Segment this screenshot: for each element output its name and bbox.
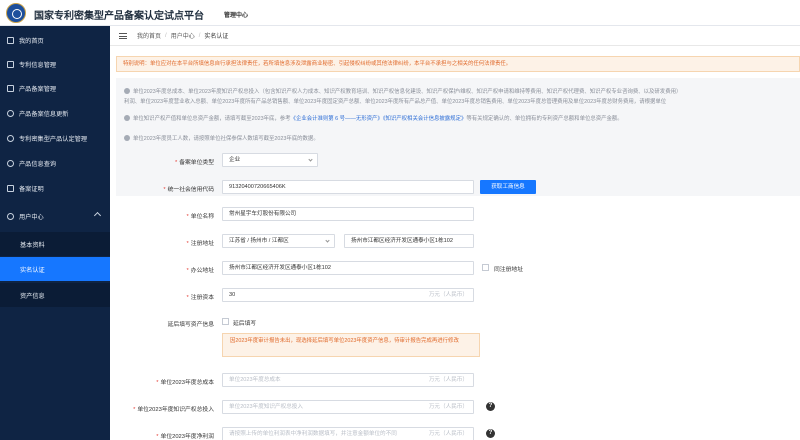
user-icon [7,212,14,220]
reg-capital-input[interactable]: 30 万元（人民币） [222,288,474,302]
delay-fill-label: 延后填写资产信息 [167,322,214,328]
ip-investment-label: * 单位2023年度知识产权总投入 [133,407,214,413]
currency-unit: 万元（人民币） [428,431,468,437]
same-as-reg-address-label: 同注册地址 [494,267,523,273]
sidebar-item-filing-update[interactable]: 产品备案信息更新 [0,103,110,123]
info-box: 单位2023年度总成本、单位2023年度知识产权总投入（包含知识产权人力成本、知… [116,78,800,196]
chevron-down-icon [308,157,313,162]
sidebar-subitem-basic-info[interactable]: 基本资料 [0,232,110,256]
reg-address-label: * 注册地址 [186,241,214,247]
sidebar-item-label: 产品备案管理 [19,85,57,93]
info-icon [124,88,130,94]
info-text: 单位2023年度员工人数，请按照单位社保参保人数填写截至2023年底的数据。 [133,136,319,142]
info-line: 单位知识产权产值和单位总资产金额，请填写截至2023年底，参考《企业会计准则第 … [124,114,623,122]
special-notice: 特别说明：单位应对在本平台所填信息自行承担法律责任，若所填信息涉及泄露商业秘密、… [116,56,800,72]
help-icon[interactable]: ? [486,429,495,438]
sidebar-item-label: 产品备案信息更新 [19,110,69,118]
sidebar-item-label: 备案证明 [19,185,44,193]
net-profit-label: * 单位2023年度净利润 [156,434,214,440]
chevron-down-icon [325,238,330,243]
unit-type-select[interactable]: 企业 [222,153,318,167]
sidebar-item-patent-info[interactable]: 专利信息管理 [0,54,110,74]
currency-unit: 万元（人民币） [428,404,468,410]
main-content: 特别说明：单位应对在本平台所填信息自行承担法律责任，若所填信息涉及泄露商业秘密、… [110,46,800,440]
sidebar-item-product-filing[interactable]: 产品备案管理 [0,78,110,98]
folder-icon [7,84,14,92]
breadcrumb-home[interactable]: 我的首页 [137,31,161,40]
reg-capital-label: * 注册资本 [186,295,214,301]
fetch-business-info-button[interactable]: 获取工商信息 [480,180,536,194]
info-line: 单位2023年度总成本、单位2023年度知识产权总投入（包含知识产权人力成本、知… [124,87,681,95]
currency-unit: 万元（人民币） [428,377,468,383]
breadcrumb-current: 实名认证 [204,34,229,40]
currency-unit: 万元（人民币） [428,292,468,298]
chevron-up-icon [93,211,102,220]
sidebar-item-label: 专利信息管理 [19,61,57,69]
search-icon [7,159,14,167]
menu-toggle-icon[interactable] [119,32,127,39]
ip-disclosure-link[interactable]: 《知识产权相关会计信息披露规定》 [383,116,467,122]
credit-code-label: * 统一社会信用代码 [163,187,214,193]
sidebar-subitem-asset-info[interactable]: 资产信息 [0,283,110,307]
sidebar-item-label: 用户中心 [19,213,44,221]
certificate-icon [7,184,14,192]
breadcrumb-bar: 我的首页 / 用户中心 / 实名认证 [110,26,800,46]
sidebar-item-product-search[interactable]: 产品信息查询 [0,153,110,173]
refresh-icon [7,109,14,117]
reg-address-detail-input[interactable]: 扬州市江都区经济开发区通泰小区1栋102 [344,234,474,248]
ip-investment-input[interactable]: 单位2023年度知识产权总投入 万元（人民币） [222,400,474,414]
credit-code-input[interactable]: 91320400720665406K [222,180,474,194]
sidebar-item-patent-product-cert[interactable]: 专利密集型产品认定管理 [0,128,110,148]
same-as-reg-address-checkbox[interactable] [482,264,489,271]
total-cost-label: * 单位2023年度总成本 [156,380,214,386]
sidebar-item-label: 专利密集型产品认定管理 [19,135,88,143]
info-icon [124,115,130,121]
info-text: 利润、单位2023年度营业收入总额、单位2023年度所有产品总销售额、单位202… [124,99,667,105]
sidebar-item-label: 我的首页 [19,37,44,45]
office-address-label: * 办公地址 [186,268,214,274]
file-icon [7,60,14,68]
platform-logo [6,3,26,23]
info-line: 单位2023年度员工人数，请按照单位社保参保人数填写截至2023年底的数据。 [124,134,319,142]
accounting-standard-link[interactable]: 《企业会计准则第 6 号——无形资产》 [291,116,383,122]
info-text: 等有关规定确认的、单位拥有的专利资产总额和单位总资产金额。 [466,116,623,122]
home-icon [7,36,14,44]
delay-fill-checkbox[interactable] [222,318,229,325]
sidebar-subitem-real-name-auth[interactable]: 实名认证 [0,257,110,281]
help-icon[interactable]: ? [486,402,495,411]
delay-fill-check-label: 延后填写 [233,321,257,327]
management-center-label: 管理中心 [224,13,249,19]
unit-type-label: * 备案单位类型 [174,160,214,166]
breadcrumb-separator: / [165,32,167,39]
office-address-input[interactable]: 扬州市江都区经济开发区通泰小区1栋102 [222,261,474,275]
total-cost-input[interactable]: 单位2023年度总成本 万元（人民币） [222,373,474,387]
breadcrumb-user-center[interactable]: 用户中心 [171,31,195,40]
unit-name-label: * 单位名称 [186,214,214,220]
sidebar-item-label: 产品信息查询 [19,160,57,168]
info-text: 单位2023年度总成本、单位2023年度知识产权总投入（包含知识产权人力成本、知… [133,89,682,95]
platform-title: 国家专利密集型产品备案认定试点平台 [34,11,204,22]
net-profit-input[interactable]: 请按照上传的单位利润表中净利润数据填写，并注意金额单位的不同 万元（人民币） [222,427,474,440]
info-line: 利润、单位2023年度营业收入总额、单位2023年度所有产品总销售额、单位202… [124,97,666,105]
sidebar-item-user-center[interactable]: 用户中心 [0,206,110,226]
unit-name-input[interactable]: 常州星宇车灯股份有限公司 [222,207,474,221]
settings-icon [7,134,14,142]
reg-address-region-select[interactable]: 江苏省 / 扬州市 / 江都区 [222,234,335,248]
sidebar-item-home[interactable]: 我的首页 [0,30,110,50]
info-icon [124,135,130,141]
info-text: 单位知识产权产值和单位总资产金额，请填写截至2023年底，参考 [133,116,291,122]
sidebar: 我的首页 专利信息管理 产品备案管理 产品备案信息更新 专利密集型产品认定管理 … [0,26,110,440]
top-bar: 国家专利密集型产品备案认定试点平台 管理中心 [0,0,800,26]
delay-fill-note: 因2023年度审计报告未出，现选择延后填写单位2023年度资产信息，待审计报告完… [222,333,480,357]
breadcrumb-separator: / [198,32,201,39]
sidebar-item-filing-certificate[interactable]: 备案证明 [0,178,110,198]
